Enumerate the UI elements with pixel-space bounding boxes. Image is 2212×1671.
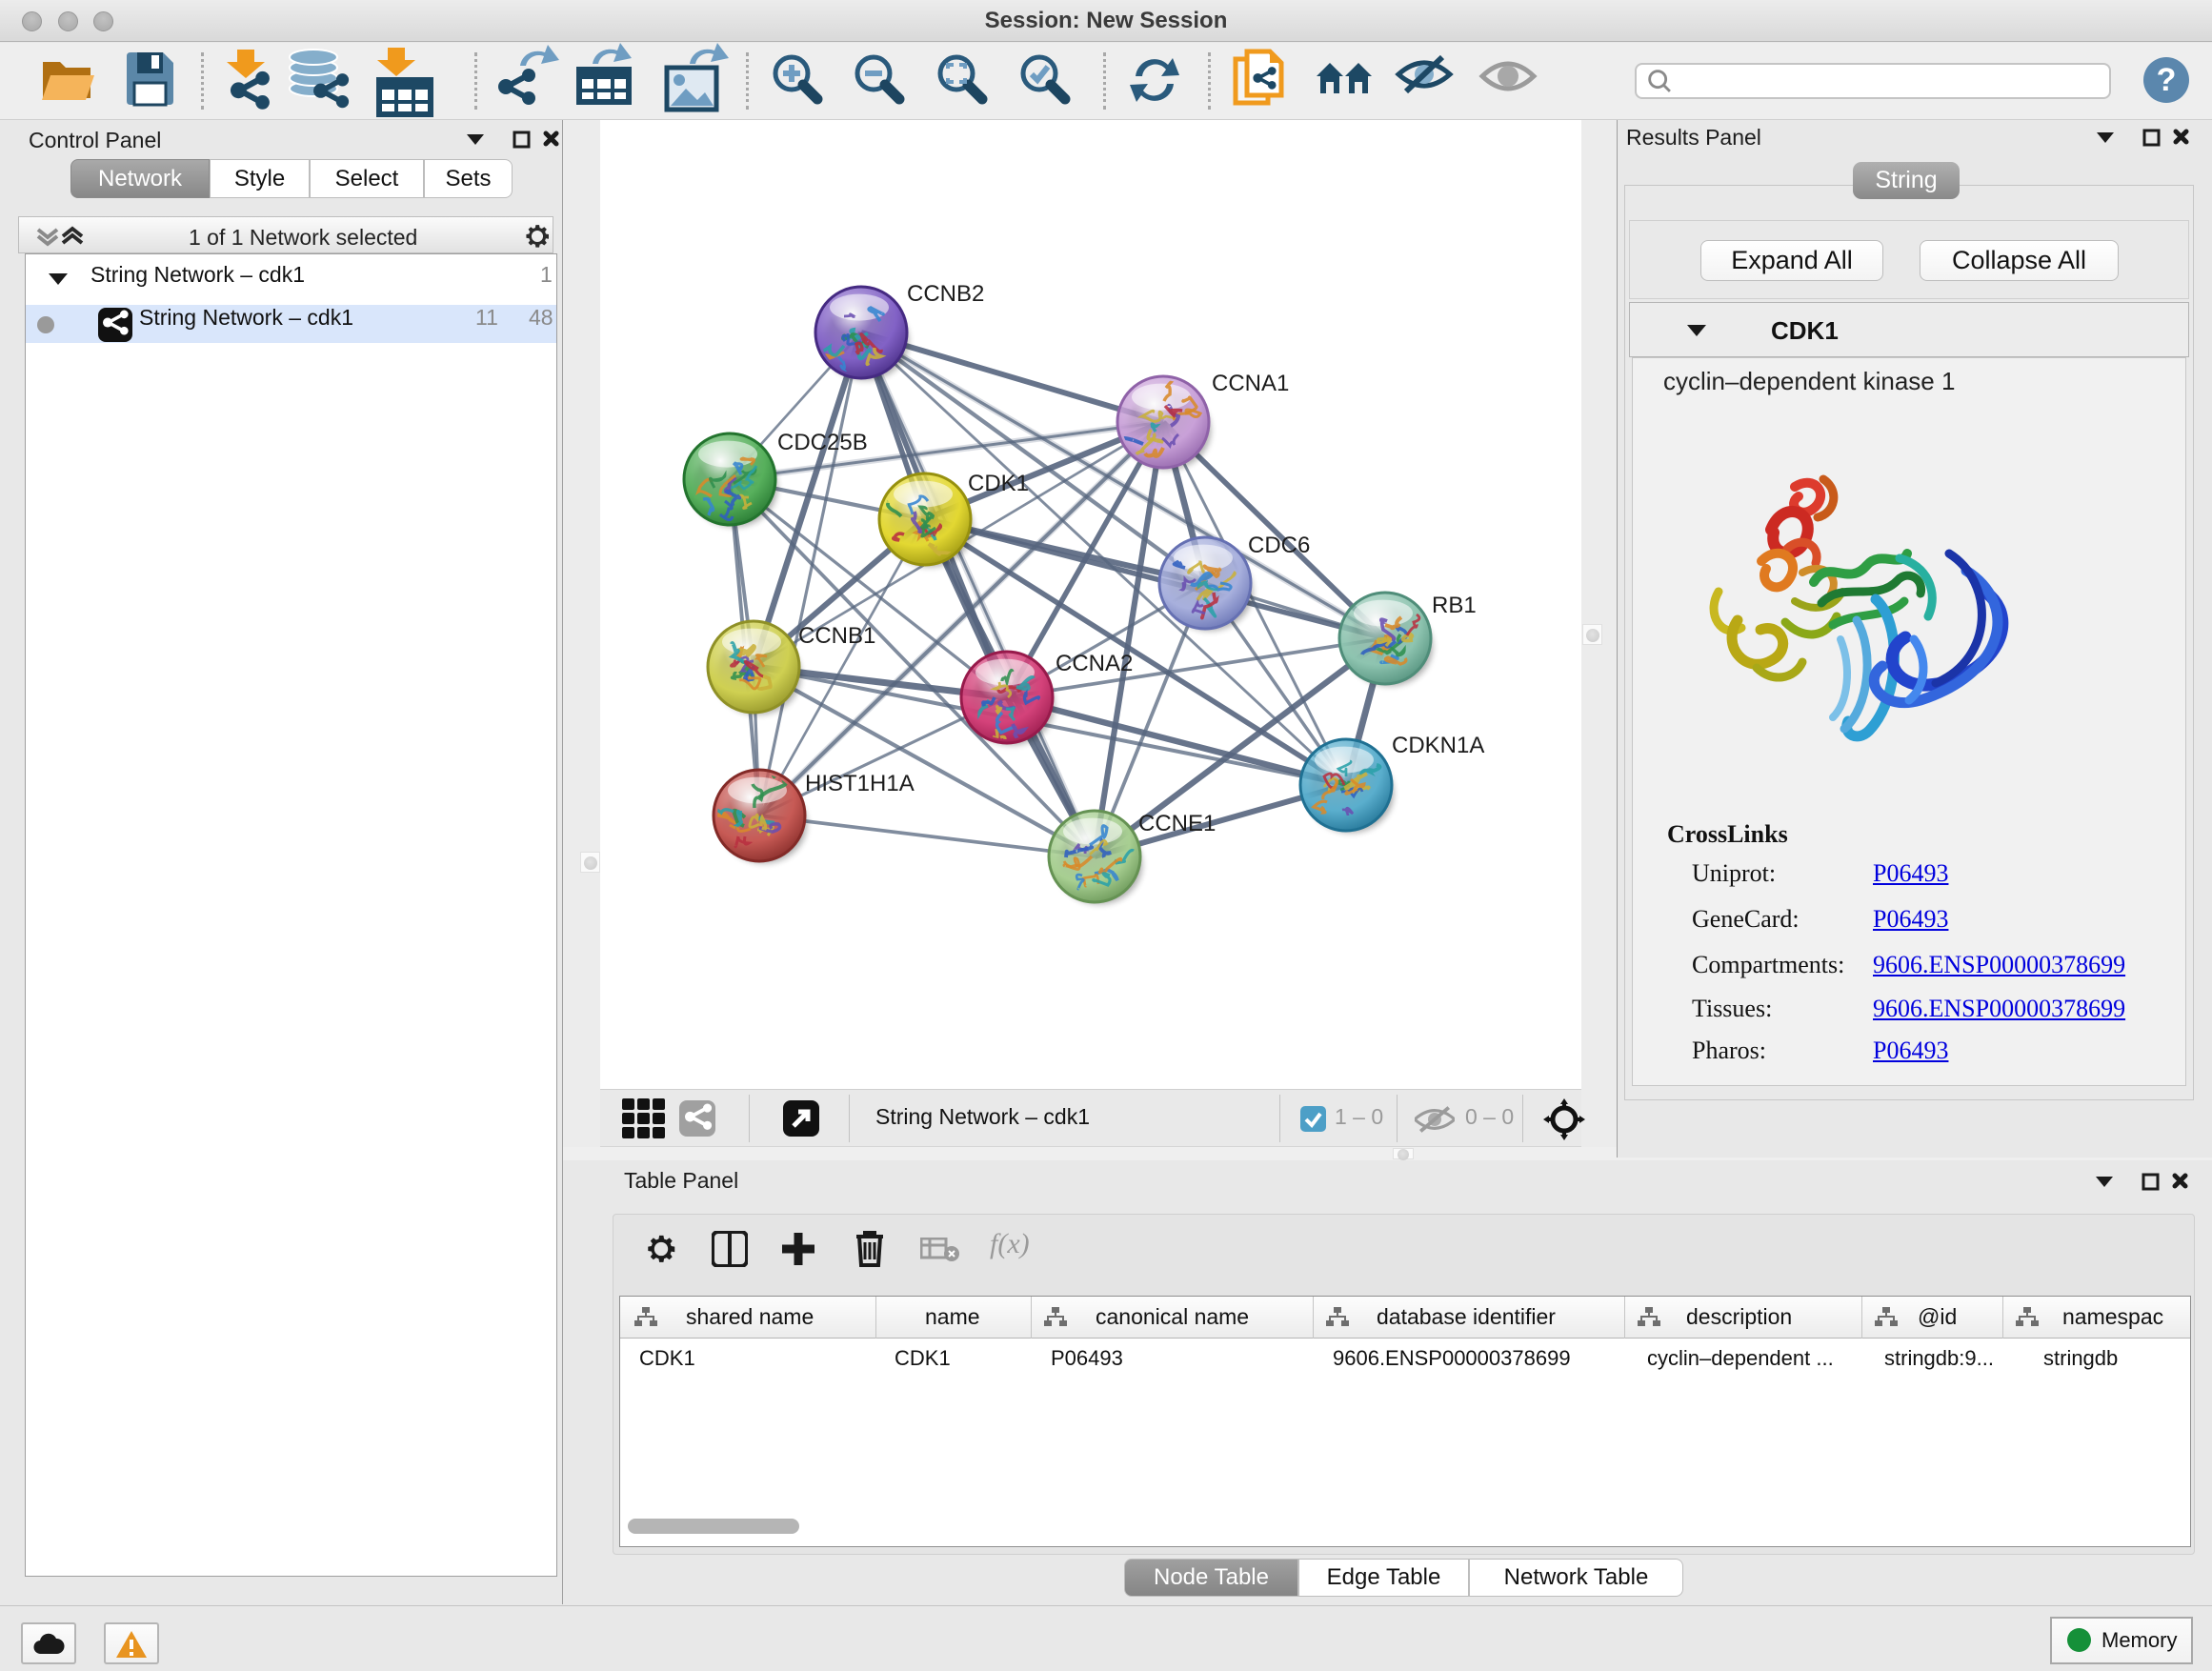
svg-text:CCNA1: CCNA1 [1212, 371, 1289, 396]
svg-text:CCNA2: CCNA2 [1056, 651, 1133, 676]
svg-text:CCNB1: CCNB1 [798, 623, 875, 649]
svg-text:RB1: RB1 [1432, 593, 1477, 618]
svg-text:HIST1H1A: HIST1H1A [805, 771, 915, 796]
svg-text:CDK1: CDK1 [968, 471, 1029, 496]
svg-text:CCNB2: CCNB2 [907, 281, 984, 307]
svg-text:CDC25B: CDC25B [777, 430, 868, 455]
svg-text:CDC6: CDC6 [1248, 533, 1310, 558]
svg-text:CDKN1A: CDKN1A [1392, 733, 1484, 758]
svg-text:CCNE1: CCNE1 [1138, 811, 1216, 836]
